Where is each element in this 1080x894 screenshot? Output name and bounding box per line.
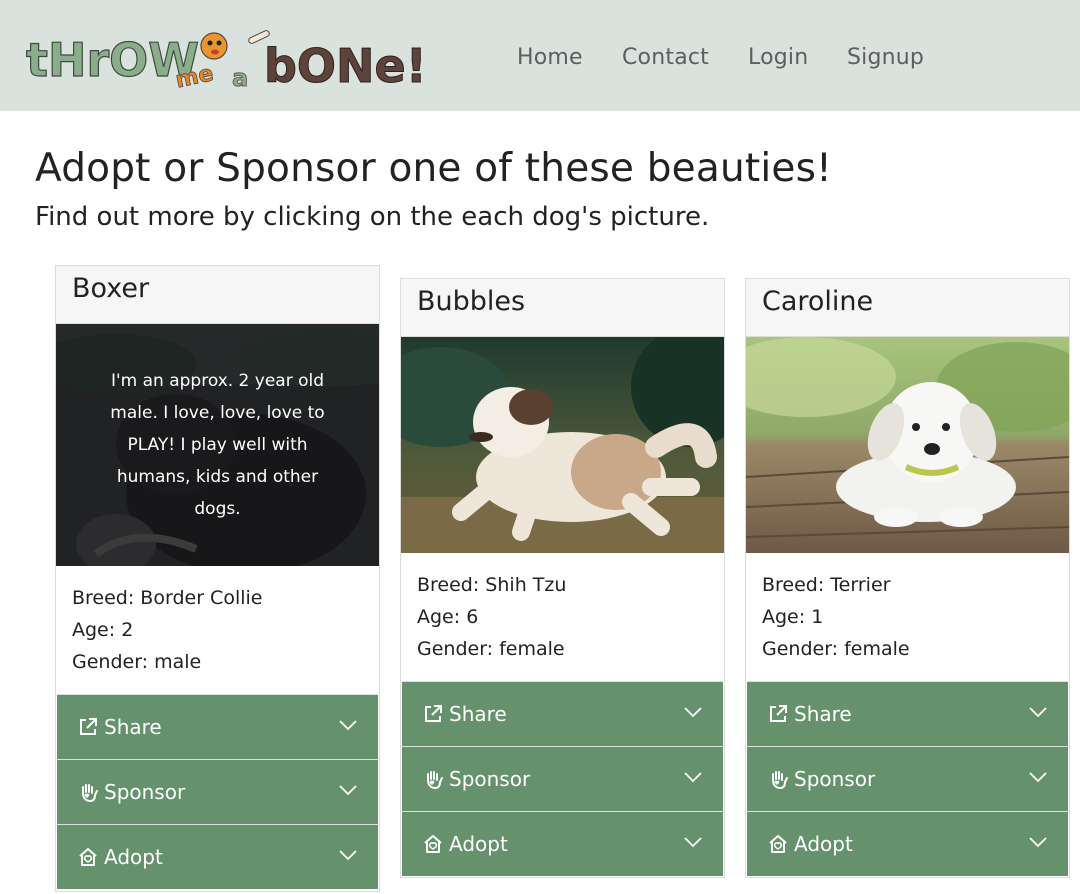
chevron-down-icon — [1029, 772, 1047, 783]
share-label: Share — [449, 702, 507, 726]
dog-card-boxer: Boxer I'm an approx. 2 year old male. I … — [55, 265, 380, 892]
share-icon — [77, 716, 99, 738]
dog-description-overlay: I'm an approx. 2 year old male. I love, … — [110, 371, 325, 519]
share-label: Share — [794, 702, 852, 726]
dog-name: Boxer — [56, 266, 379, 324]
nav-home-link[interactable]: Home — [517, 45, 583, 70]
adopt-accordion-button[interactable]: Adopt — [747, 811, 1068, 876]
home-heart-icon — [77, 846, 99, 868]
share-icon — [422, 703, 444, 725]
dog-breed: Breed: Shih Tzu — [417, 574, 567, 596]
dog-info: Breed: Terrier Age: 1 Gender: female — [746, 553, 1069, 681]
nav-login-link[interactable]: Login — [748, 45, 808, 70]
dog-breed: Breed: Border Collie — [72, 587, 263, 609]
dog-age: Age: 2 — [72, 619, 134, 641]
nav-signup-link[interactable]: Signup — [847, 45, 924, 70]
dog-card-caroline: Caroline Breed: Terrier Age: 1 Gender: f… — [745, 278, 1070, 878]
sponsor-accordion-button[interactable]: Sponsor — [402, 746, 723, 811]
share-accordion-button[interactable]: Share — [57, 694, 378, 759]
adopt-label: Adopt — [794, 832, 853, 856]
dog-info: Breed: Shih Tzu Age: 6 Gender: female — [401, 553, 724, 681]
dog-breed: Breed: Terrier — [762, 574, 891, 596]
dog-name: Caroline — [746, 279, 1069, 337]
chevron-down-icon — [684, 707, 702, 718]
dog-photo-caroline[interactable] — [746, 337, 1069, 553]
dog-gender: Gender: male — [72, 651, 202, 673]
page-subtitle: Find out more by clicking on the each do… — [35, 202, 710, 232]
home-heart-icon — [422, 833, 444, 855]
svg-text:bONe!: bONe! — [264, 39, 424, 93]
sponsor-label: Sponsor — [794, 767, 876, 791]
nav-contact-link[interactable]: Contact — [622, 45, 709, 70]
share-accordion-button[interactable]: Share — [747, 681, 1068, 746]
dog-age: Age: 6 — [417, 606, 479, 628]
chevron-down-icon — [339, 720, 357, 731]
sponsor-accordion-button[interactable]: Sponsor — [57, 759, 378, 824]
hand-heart-icon — [77, 781, 99, 803]
dog-photo-bubbles[interactable] — [401, 337, 724, 553]
share-icon — [767, 703, 789, 725]
chevron-down-icon — [684, 837, 702, 848]
dog-card-bubbles: Bubbles Breed: Shih Tzu Age: 6 Gender: f… — [400, 278, 725, 878]
svg-text:a: a — [232, 64, 248, 92]
chevron-down-icon — [1029, 837, 1047, 848]
home-heart-icon — [767, 833, 789, 855]
hand-heart-icon — [422, 768, 444, 790]
share-accordion-button[interactable]: Share — [402, 681, 723, 746]
chevron-down-icon — [1029, 707, 1047, 718]
hand-heart-icon — [767, 768, 789, 790]
adopt-label: Adopt — [104, 845, 163, 869]
dog-name: Bubbles — [401, 279, 724, 337]
adopt-accordion-button[interactable]: Adopt — [402, 811, 723, 876]
adopt-accordion-button[interactable]: Adopt — [57, 824, 378, 889]
sponsor-label: Sponsor — [104, 780, 186, 804]
chevron-down-icon — [339, 850, 357, 861]
dog-gender: Gender: female — [762, 638, 910, 660]
dog-info: Breed: Border Collie Age: 2 Gender: male — [56, 566, 379, 694]
share-label: Share — [104, 715, 162, 739]
dog-age: Age: 1 — [762, 606, 824, 628]
chevron-down-icon — [339, 785, 357, 796]
page-title: Adopt or Sponsor one of these beauties! — [35, 146, 832, 191]
sponsor-accordion-button[interactable]: Sponsor — [747, 746, 1068, 811]
dog-gender: Gender: female — [417, 638, 565, 660]
dog-photo-boxer[interactable]: I'm an approx. 2 year old male. I love, … — [56, 324, 379, 566]
sponsor-label: Sponsor — [449, 767, 531, 791]
site-logo[interactable]: tHrOW me a bONe! — [24, 24, 427, 96]
svg-text:tHrOW: tHrOW — [26, 33, 199, 87]
adopt-label: Adopt — [449, 832, 508, 856]
navbar: tHrOW me a bONe! Home Contact Login Sign… — [0, 0, 1080, 111]
chevron-down-icon — [684, 772, 702, 783]
